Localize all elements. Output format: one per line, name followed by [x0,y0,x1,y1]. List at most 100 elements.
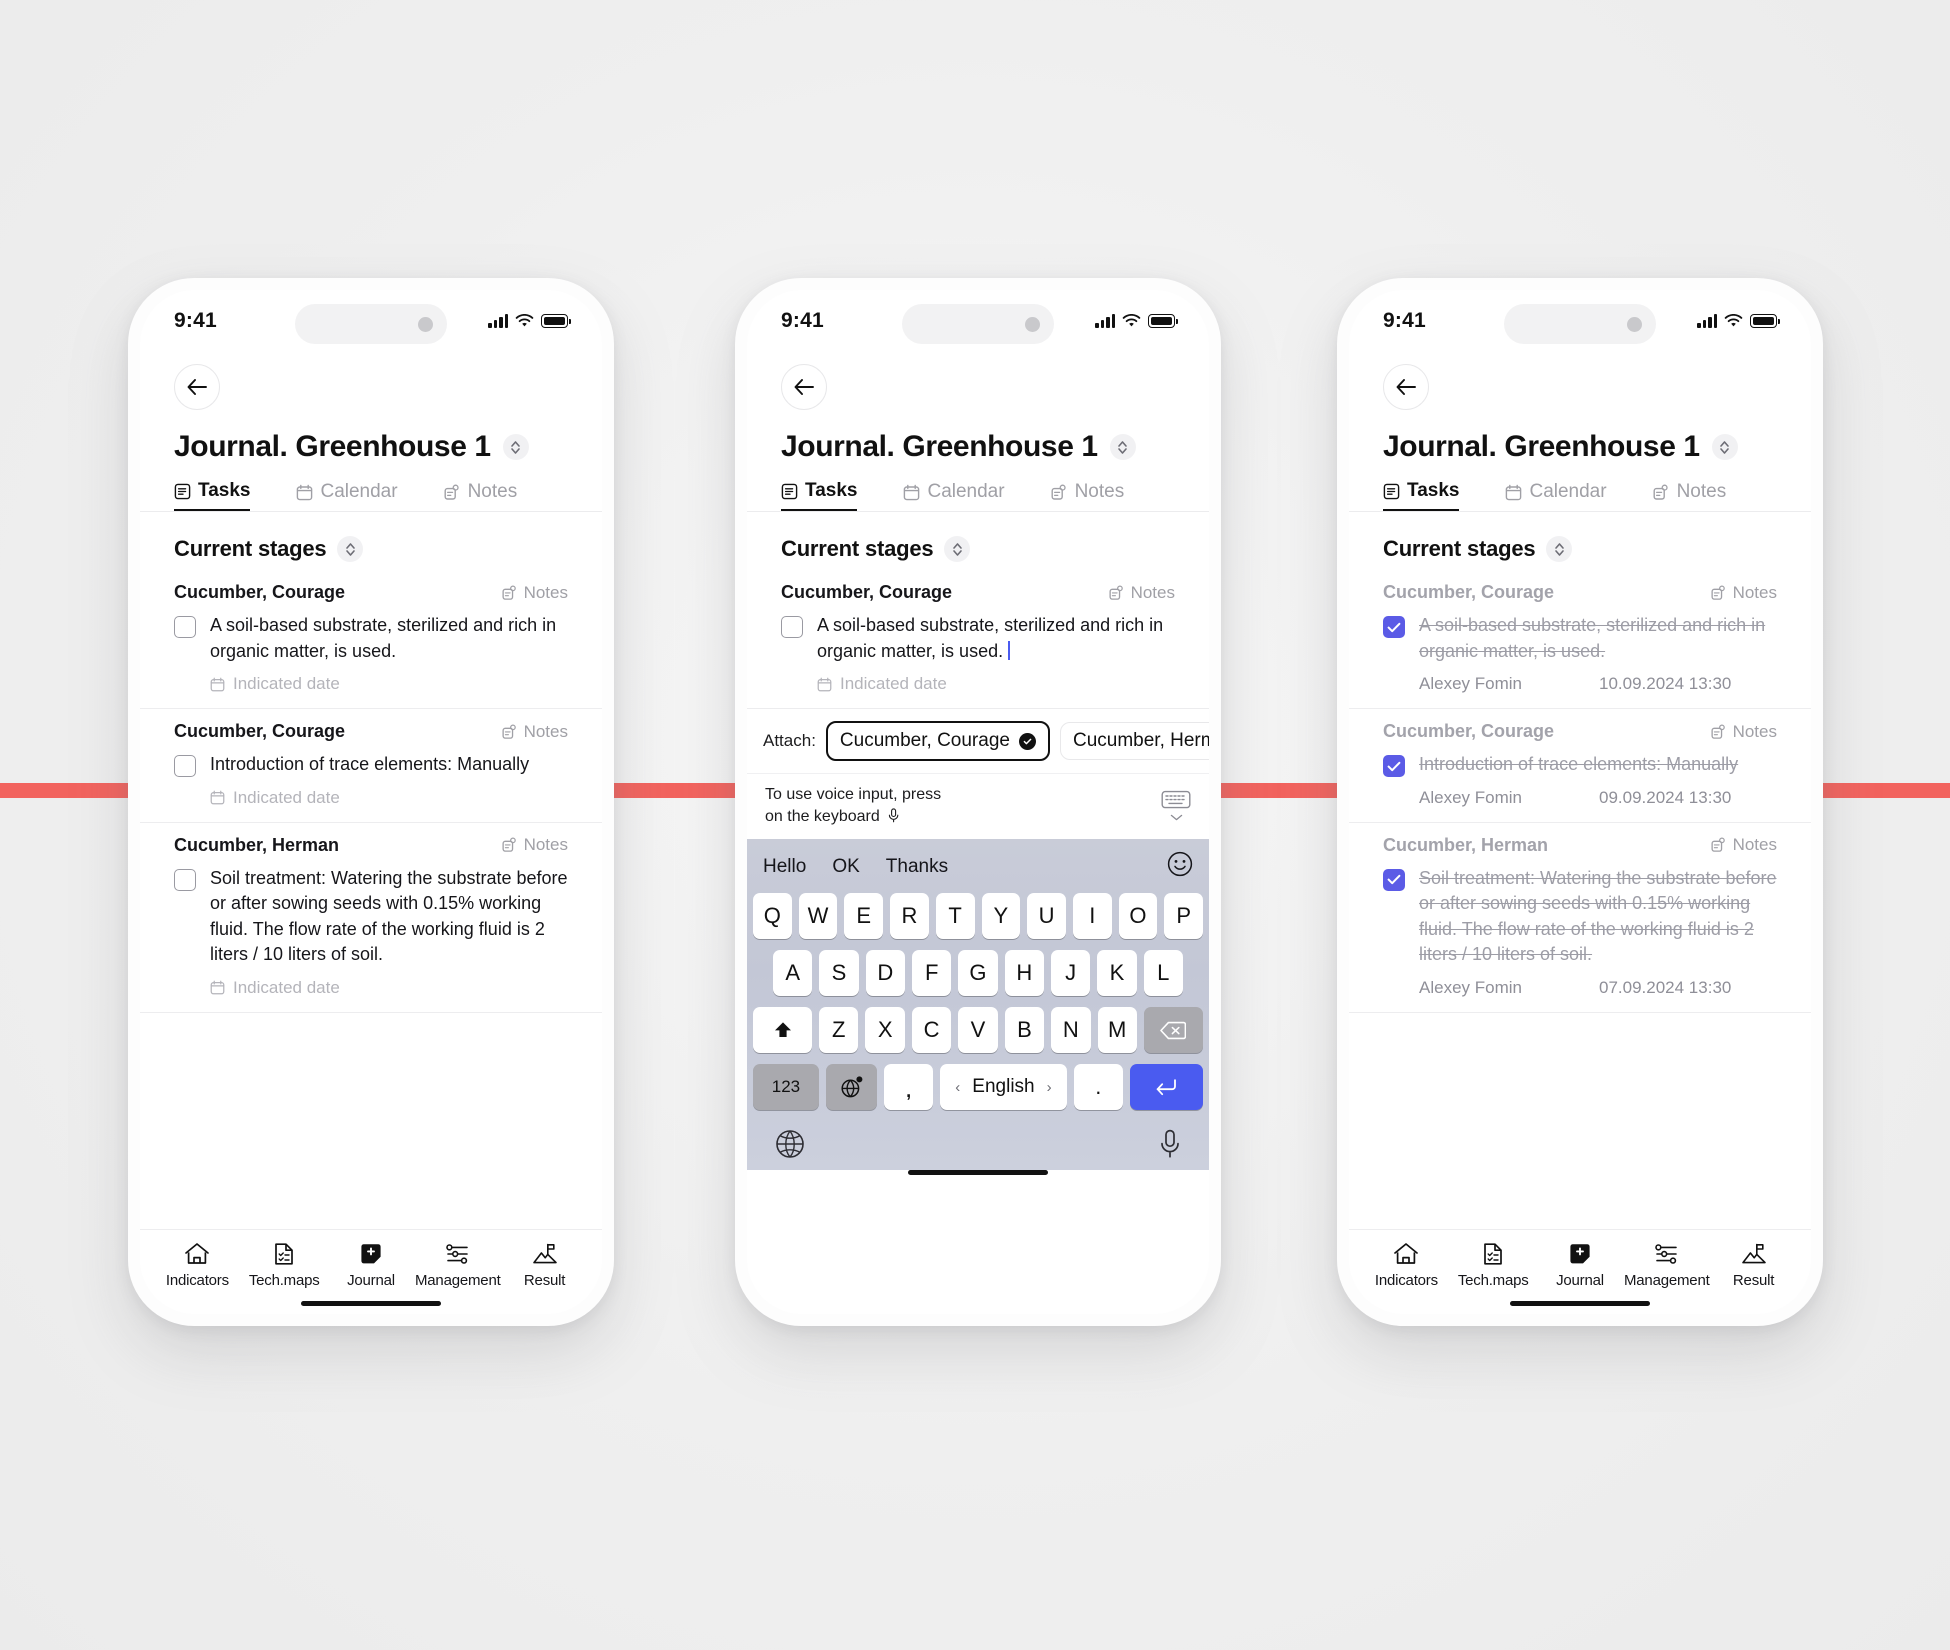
return-key[interactable] [1129,1064,1203,1111]
task-notes-button[interactable]: Notes [502,835,568,855]
task-row-completed[interactable]: Cucumber, Courage Notes Introduction of … [1349,709,1811,823]
key-s[interactable]: S [819,950,859,997]
task-notes-button[interactable]: Notes [502,583,568,603]
key-v[interactable]: V [958,1007,998,1054]
globe-gear-key[interactable] [825,1064,878,1111]
task-notes-button[interactable]: Notes [1711,583,1777,603]
mic-key[interactable] [1159,1129,1181,1164]
nav-item-result[interactable]: Result [501,1242,588,1289]
task-checkbox[interactable] [1383,755,1405,778]
section-selector-button[interactable] [1546,536,1573,562]
period-key[interactable]: . [1073,1064,1123,1111]
task-notes-button[interactable]: Notes [1711,722,1777,742]
task-row-completed[interactable]: Cucumber, Courage Notes A soil-based sub… [1349,570,1811,710]
nav-item-journal[interactable]: Journal [328,1242,415,1289]
task-date-row[interactable]: Indicated date [174,788,568,808]
key-h[interactable]: H [1004,950,1044,997]
tab-tasks[interactable]: Tasks [174,480,251,511]
key-q[interactable]: Q [752,893,792,940]
key-u[interactable]: U [1027,893,1066,940]
back-button[interactable] [1383,364,1429,410]
key-c[interactable]: C [911,1007,952,1054]
task-checkbox[interactable] [1383,868,1405,891]
key-i[interactable]: I [1072,893,1112,940]
suggestion-2[interactable]: OK [832,856,859,878]
attach-chip[interactable]: Cucumber, Herman [1059,722,1209,761]
title-selector-button[interactable] [1109,434,1136,460]
task-date-row[interactable]: Indicated date [781,674,1175,694]
key-x[interactable]: X [865,1007,905,1054]
task-date-row[interactable]: Indicated date [174,674,568,694]
task-checkbox[interactable] [174,616,196,638]
key-e[interactable]: E [844,893,884,940]
nav-item-result[interactable]: Result [1710,1242,1797,1289]
task-row[interactable]: Cucumber, Courage Notes Introduction of … [140,709,602,823]
space-key[interactable]: ‹ English › [940,1064,1067,1111]
key-n[interactable]: N [1051,1007,1091,1054]
key-w[interactable]: W [798,893,838,940]
nav-item-indicators[interactable]: Indicators [1363,1242,1450,1289]
key-b[interactable]: B [1004,1007,1045,1054]
tab-calendar[interactable]: Calendar [296,480,398,511]
tab-calendar[interactable]: Calendar [1505,480,1607,511]
attach-chip-selected[interactable]: Cucumber, Courage [825,721,1050,762]
task-row[interactable]: Cucumber, Herman Notes Soil treatment: W… [140,823,602,1013]
key-g[interactable]: G [958,950,998,997]
key-r[interactable]: R [890,893,929,940]
space-next-icon[interactable]: › [1047,1079,1052,1096]
shift-key[interactable] [752,1007,813,1054]
task-checkbox[interactable] [174,755,196,778]
title-selector-button[interactable] [502,434,529,460]
back-button[interactable] [781,364,827,410]
task-checkbox[interactable] [781,616,803,638]
task-checkbox[interactable] [174,868,196,891]
key-p[interactable]: P [1164,893,1204,940]
nav-item-techmaps[interactable]: Tech.maps [1450,1242,1537,1289]
task-notes-button[interactable]: Notes [502,722,568,742]
task-row[interactable]: Cucumber, Courage Notes A soil-based sub… [140,570,602,710]
key-l[interactable]: L [1143,950,1183,997]
tab-notes[interactable]: Notes [1653,480,1726,511]
globe-key[interactable] [775,1129,805,1164]
key-y[interactable]: Y [981,893,1021,940]
key-a[interactable]: A [773,950,813,997]
key-f[interactable]: F [912,950,952,997]
tab-calendar[interactable]: Calendar [903,480,1005,511]
back-button[interactable] [174,364,220,410]
nav-item-indicators[interactable]: Indicators [154,1242,241,1289]
nav-item-journal[interactable]: Journal [1537,1242,1624,1289]
comma-key[interactable]: , [884,1064,933,1111]
task-row[interactable]: Cucumber, Courage Notes A soil-based sub… [747,570,1209,708]
task-notes-button[interactable]: Notes [1109,583,1175,603]
tab-notes[interactable]: Notes [444,480,517,511]
suggestion-1[interactable]: Hello [763,856,806,878]
key-j[interactable]: J [1050,950,1091,997]
section-selector-button[interactable] [337,536,364,562]
task-notes-button[interactable]: Notes [1711,835,1777,855]
key-m[interactable]: M [1097,1007,1137,1054]
space-prev-icon[interactable]: ‹ [955,1079,960,1096]
check-icon [1387,761,1401,771]
task-row-completed[interactable]: Cucumber, Herman Notes Soil treatment: W… [1349,823,1811,1013]
tab-notes[interactable]: Notes [1051,480,1124,511]
tab-tasks[interactable]: Tasks [781,480,858,511]
task-text[interactable]: A soil-based substrate, sterilized and r… [817,613,1175,664]
key-k[interactable]: K [1097,950,1137,997]
nav-item-techmaps[interactable]: Tech.maps [241,1242,328,1289]
task-date-row[interactable]: Indicated date [174,978,568,998]
hide-keyboard-button[interactable] [1161,790,1191,821]
tab-tasks[interactable]: Tasks [1383,480,1460,511]
key-o[interactable]: O [1118,893,1158,940]
numbers-key[interactable]: 123 [753,1064,819,1111]
nav-item-management[interactable]: Management [1623,1242,1710,1289]
key-z[interactable]: Z [819,1007,859,1054]
key-t[interactable]: T [935,893,975,940]
backspace-key[interactable] [1143,1007,1204,1054]
suggestion-3[interactable]: Thanks [886,856,948,878]
key-d[interactable]: D [865,950,905,997]
emoji-icon[interactable] [1167,851,1193,883]
section-selector-button[interactable] [944,536,971,562]
title-selector-button[interactable] [1711,434,1738,460]
nav-item-management[interactable]: Management [414,1242,501,1289]
task-checkbox[interactable] [1383,616,1405,638]
